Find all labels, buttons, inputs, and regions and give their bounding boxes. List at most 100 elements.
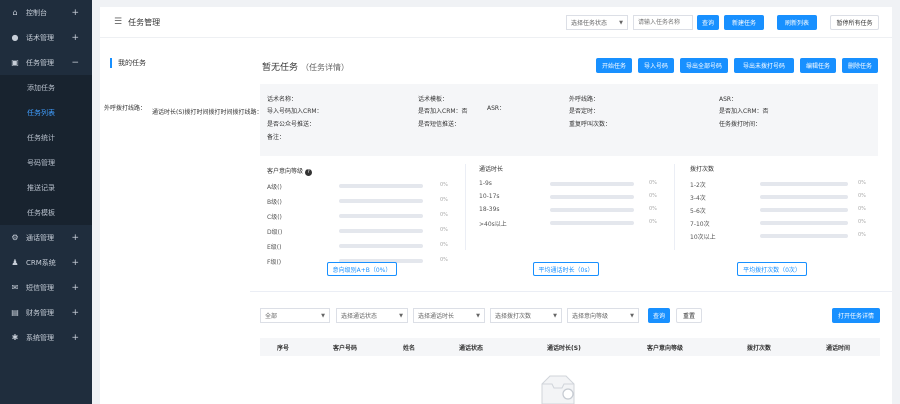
new-task-button[interactable]: 新建任务	[724, 15, 764, 30]
stat-row-label: 10次以上	[690, 234, 716, 241]
sidebar-item-label: 控制台	[26, 8, 47, 17]
mail-icon: ✉	[11, 283, 19, 292]
plus-icon: +	[71, 332, 79, 343]
stat-percent: 0%	[440, 197, 448, 203]
all-filter-select[interactable]: 全部 ▼	[260, 308, 330, 323]
stat-progress-bar	[760, 234, 848, 238]
field-task-time: 任务拨打时间：	[719, 121, 762, 128]
stat-percent: 0%	[440, 182, 448, 188]
sidebar-subitem-task-stats[interactable]: 任务统计	[0, 125, 92, 150]
import-numbers-button[interactable]: 导入号码	[638, 58, 674, 73]
lock-icon: ▣	[11, 58, 19, 67]
select-value: 全部	[265, 313, 278, 320]
stat-row-label: D级()	[267, 229, 283, 236]
stat-percent: 0%	[649, 219, 657, 225]
sidebar-item-console[interactable]: ⌂ 控制台 +	[0, 0, 92, 25]
sidebar-item-call[interactable]: ⚙ 通话管理 +	[0, 225, 92, 250]
stat-percent: 0%	[858, 180, 866, 186]
sidebar: ⌂ 控制台 + ● 话术管理 + ▣ 任务管理 − 添加任务 任务列表 任务统计 号码管理 …	[0, 0, 92, 404]
sidebar-subitem-push[interactable]: 推送记录	[0, 175, 92, 200]
col-call-duration: 通话时长(S)	[547, 345, 581, 352]
plus-icon: +	[71, 257, 79, 268]
top-bar: ☰ 任务管理 选择任务状态 ▼ 查询 新建任务 刷新列表 暂停所有任务	[100, 7, 892, 38]
duration-summary-button[interactable]: 平均通话时长（0s）	[533, 262, 599, 276]
chevron-down-icon: ▼	[553, 312, 557, 319]
plus-icon: +	[71, 7, 79, 18]
times-summary-button[interactable]: 平均拨打次数（0次）	[737, 262, 807, 276]
task-info-box: 话术名称： 话术模板： 外呼线路： ASR： 导入号码加入CRM： 是否加入CR…	[260, 84, 878, 156]
stat-row-label: 7-10次	[690, 221, 710, 228]
wallet-icon: ▤	[11, 308, 19, 317]
detail-subtitle: （任务详情）	[301, 63, 350, 72]
stat-percent: 0%	[858, 206, 866, 212]
col-name: 姓名	[403, 345, 416, 352]
sidebar-subitem-template[interactable]: 任务模板	[0, 200, 92, 225]
chevron-down-icon: ▼	[619, 19, 623, 26]
sidebar-subitem-numbers[interactable]: 号码管理	[0, 150, 92, 175]
delete-task-button[interactable]: 删除任务	[842, 58, 878, 73]
settings-icon: ✱	[11, 333, 19, 342]
stat-progress-bar	[760, 221, 848, 225]
task-status-select[interactable]: 选择任务状态 ▼	[566, 15, 628, 30]
field-scheduled: 是否定时：	[569, 108, 600, 115]
sidebar-item-finance[interactable]: ▤ 财务管理 +	[0, 300, 92, 325]
sidebar-subitem-add-task[interactable]: 添加任务	[0, 75, 92, 100]
stat-percent: 0%	[858, 193, 866, 199]
field-asr: ASR：	[719, 96, 738, 103]
field-notes: 备注：	[267, 134, 286, 141]
start-task-button[interactable]: 开始任务	[596, 58, 632, 73]
sidebar-item-task[interactable]: ▣ 任务管理 −	[0, 50, 92, 75]
detail-title-text: 暂无任务	[262, 63, 299, 73]
field-join-crm-2: 是否加入CRM：否	[719, 108, 769, 115]
stat-row-label: 1-2次	[690, 182, 706, 189]
stat-percent: 0%	[440, 257, 448, 263]
call-duration-select[interactable]: 选择通话时长 ▼	[413, 308, 485, 323]
task-detail-panel: 暂无任务 （任务详情） 开始任务 导入号码 导出全部号码 导出未拨打号码 编辑任务…	[250, 46, 892, 404]
sidebar-item-label: 话术管理	[26, 33, 54, 42]
overlay-line-label: 外呼拨打线路：	[104, 103, 147, 112]
select-value: 选择通话时长	[418, 313, 455, 320]
intent-stats-title: 客户意向等级 ?	[267, 166, 312, 176]
sidebar-item-script[interactable]: ● 话术管理 +	[0, 25, 92, 50]
times-stats-title: 拨打次数	[690, 166, 715, 173]
col-call-times: 拨打次数	[747, 345, 772, 352]
export-all-button[interactable]: 导出全部号码	[680, 58, 728, 73]
edit-task-button[interactable]: 编辑任务	[800, 58, 836, 73]
refresh-list-button[interactable]: 刷新列表	[777, 15, 817, 30]
stat-progress-bar	[550, 221, 634, 225]
stat-progress-bar	[550, 195, 634, 199]
call-status-select[interactable]: 选择通话状态 ▼	[336, 308, 408, 323]
sidebar-item-sms[interactable]: ✉ 短信管理 +	[0, 275, 92, 300]
task-name-search-input[interactable]	[633, 15, 693, 30]
chevron-down-icon: ▼	[476, 312, 480, 319]
export-undialed-button[interactable]: 导出未拨打号码	[734, 58, 794, 73]
col-call-time: 通话时间	[826, 345, 851, 352]
sidebar-item-system[interactable]: ✱ 系统管理 +	[0, 325, 92, 350]
field-outbound-line: 外呼线路：	[569, 96, 600, 103]
stat-percent: 0%	[649, 180, 657, 186]
filter-query-button[interactable]: 查询	[648, 308, 670, 323]
sidebar-item-crm[interactable]: ♟ CRM系统 +	[0, 250, 92, 275]
sidebar-item-label: 通话管理	[26, 233, 54, 242]
sidebar-subitem-task-list[interactable]: 任务列表	[0, 100, 92, 125]
field-join-crm: 是否加入CRM：否	[418, 108, 468, 115]
stat-percent: 0%	[649, 206, 657, 212]
home-icon: ⌂	[12, 8, 18, 17]
help-icon: ?	[304, 169, 312, 176]
field-script-name: 话术名称：	[267, 96, 298, 103]
my-tasks-panel: 我的任务	[100, 46, 244, 404]
stat-progress-bar	[760, 208, 848, 212]
col-index: 序号	[277, 345, 290, 352]
intent-level-select[interactable]: 选择意向等级 ▼	[567, 308, 639, 323]
filter-reset-button[interactable]: 重置	[676, 308, 702, 323]
call-times-select[interactable]: 选择拨打次数 ▼	[490, 308, 562, 323]
stat-progress-bar	[760, 182, 848, 186]
sidebar-item-label: 系统管理	[26, 333, 54, 342]
open-task-detail-button[interactable]: 打开任务详情	[832, 308, 880, 323]
list-icon: ☰	[114, 17, 123, 27]
stat-row-label: 3-4次	[690, 195, 706, 202]
field-repeat-calls: 重复呼叫次数：	[569, 121, 612, 128]
pause-all-button[interactable]: 暂停所有任务	[830, 15, 879, 30]
query-button[interactable]: 查询	[697, 15, 719, 30]
intent-summary-button[interactable]: 意向级别A+B（0%）	[327, 262, 397, 276]
